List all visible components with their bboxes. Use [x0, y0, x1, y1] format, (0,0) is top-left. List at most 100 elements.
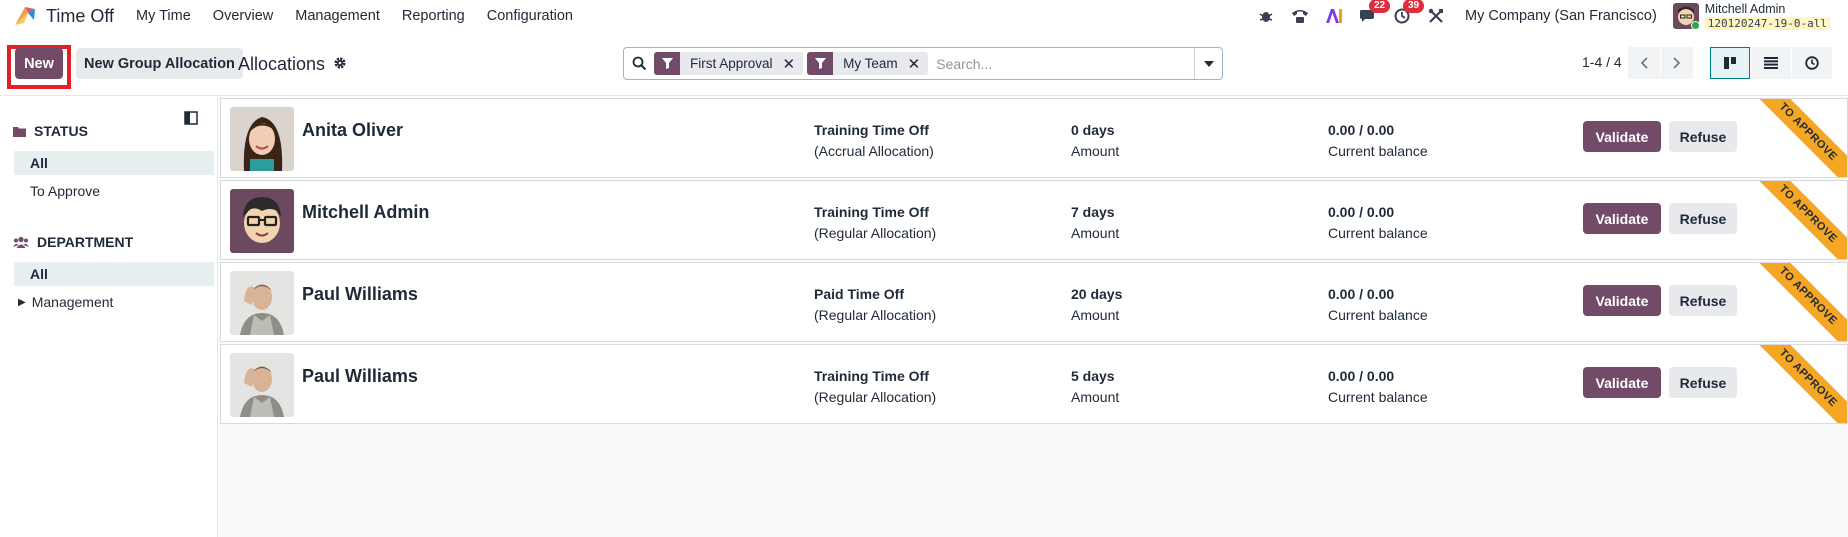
duration-label: Amount	[1071, 143, 1120, 159]
to-approve-ribbon: TO APPROVE	[1747, 181, 1847, 259]
refuse-button[interactable]: Refuse	[1669, 203, 1737, 234]
department-section-header: DEPARTMENT	[13, 234, 133, 250]
kanban-view-button[interactable]	[1710, 47, 1750, 79]
search-input[interactable]	[932, 49, 1194, 78]
messages-badge: 22	[1369, 0, 1391, 13]
pager-value[interactable]: 1-4 / 4	[1582, 54, 1622, 70]
to-approve-ribbon: TO APPROVE	[1747, 99, 1847, 177]
company-switcher[interactable]: My Company (San Francisco)	[1465, 8, 1657, 24]
employee-avatar	[230, 107, 294, 171]
balance-column: 0.00 / 0.00 Current balance	[1328, 366, 1428, 408]
systray: 22 39 My Company (San Francisco) Mitchel…	[1243, 0, 1830, 32]
validate-button[interactable]: Validate	[1583, 367, 1661, 398]
kanban-records: Anita Oliver Training Time Off (Accrual …	[218, 97, 1848, 537]
facet-remove-icon[interactable]: ✕	[783, 55, 804, 73]
kanban-record[interactable]: Paul Williams Paid Time Off (Regular All…	[220, 262, 1848, 342]
duration-value: 20 days	[1071, 286, 1123, 302]
leave-type-column: Training Time Off (Regular Allocation)	[814, 366, 936, 408]
ribbon-label: TO APPROVE	[1747, 181, 1847, 259]
folder-icon	[13, 126, 26, 137]
department-filter-all[interactable]: All	[14, 262, 214, 286]
user-name: Mitchell Admin	[1704, 1, 1786, 16]
duration-label: Amount	[1071, 225, 1120, 241]
balance-label: Current balance	[1328, 225, 1428, 241]
kanban-record[interactable]: Mitchell Admin Training Time Off (Regula…	[220, 180, 1848, 260]
status-section-header: STATUS	[13, 123, 88, 139]
caret-right-icon[interactable]: ▶	[18, 297, 26, 308]
balance-column: 0.00 / 0.00 Current balance	[1328, 284, 1428, 326]
filter-label: All	[30, 266, 48, 282]
chevron-right-icon	[1673, 57, 1681, 69]
menu-management[interactable]: Management	[295, 8, 380, 24]
time-off-app-icon	[15, 7, 35, 25]
refuse-button[interactable]: Refuse	[1669, 285, 1737, 316]
pager-next-button[interactable]	[1661, 47, 1693, 79]
caret-down-icon	[1203, 60, 1214, 67]
kanban-record[interactable]: Anita Oliver Training Time Off (Accrual …	[220, 98, 1848, 178]
employee-avatar	[230, 189, 294, 253]
search-panel: First Approval ✕ My Team ✕	[623, 47, 1223, 80]
allocation-type: (Accrual Allocation)	[814, 143, 934, 159]
refuse-button[interactable]: Refuse	[1669, 121, 1737, 152]
facet-remove-icon[interactable]: ✕	[908, 55, 929, 73]
online-status-icon	[1690, 21, 1699, 29]
duration-column: 5 days Amount	[1071, 366, 1119, 408]
pager-previous-button[interactable]	[1628, 47, 1660, 79]
menu-reporting[interactable]: Reporting	[402, 8, 465, 24]
status-filter-to-approve[interactable]: To Approve	[14, 179, 214, 203]
list-icon	[1764, 57, 1778, 69]
leave-type: Training Time Off	[814, 368, 929, 384]
filter-icon	[654, 52, 680, 75]
leave-type-column: Training Time Off (Regular Allocation)	[814, 202, 936, 244]
page-title: Allocations	[238, 54, 326, 74]
employee-avatar	[230, 353, 294, 417]
employee-name: Paul Williams	[302, 284, 418, 304]
new-button[interactable]: New	[15, 48, 63, 79]
balance-column: 0.00 / 0.00 Current balance	[1328, 120, 1428, 162]
gear-icon[interactable]	[333, 56, 347, 74]
kanban-record[interactable]: Paul Williams Training Time Off (Regular…	[220, 344, 1848, 424]
filter-label: Management	[31, 294, 114, 310]
search-options-toggle[interactable]	[1194, 48, 1222, 79]
ai-icon[interactable]	[1323, 5, 1345, 27]
validate-button[interactable]: Validate	[1583, 203, 1661, 234]
leave-type: Training Time Off	[814, 204, 929, 220]
validate-button[interactable]: Validate	[1583, 121, 1661, 152]
activities-icon[interactable]: 39	[1391, 0, 1425, 27]
activity-view-button[interactable]	[1792, 47, 1832, 79]
to-approve-ribbon: TO APPROVE	[1747, 345, 1847, 423]
app-brand[interactable]: Time Off	[12, 0, 114, 32]
allocation-type: (Regular Allocation)	[814, 389, 937, 405]
top-menu: My Time Overview Management Reporting Co…	[136, 8, 595, 24]
messages-icon[interactable]: 22	[1357, 0, 1391, 27]
tools-icon[interactable]	[1425, 5, 1447, 27]
app-name: Time Off	[46, 5, 115, 26]
filter-icon	[807, 52, 834, 75]
users-icon	[13, 236, 29, 248]
balance-column: 0.00 / 0.00 Current balance	[1328, 202, 1428, 244]
leave-type: Paid Time Off	[814, 286, 904, 302]
menu-my-time[interactable]: My Time	[136, 8, 191, 24]
new-group-allocation-button[interactable]: New Group Allocation	[76, 48, 243, 79]
phone-icon[interactable]	[1289, 5, 1311, 27]
ribbon-label: TO APPROVE	[1747, 263, 1847, 341]
menu-overview[interactable]: Overview	[213, 8, 273, 24]
search-sidepanel: STATUS All To Approve DEPARTMENT All ▶ M…	[0, 97, 218, 537]
status-section-title: STATUS	[34, 123, 88, 139]
activities-badge: 39	[1403, 0, 1425, 13]
control-panel: New New Group Allocation Allocations Fir…	[0, 32, 1848, 96]
user-info: Mitchell Admin 120120247-19-0-all	[1704, 1, 1830, 30]
breadcrumb: Allocations	[238, 54, 347, 75]
bug-icon[interactable]	[1255, 5, 1277, 27]
user-menu[interactable]: Mitchell Admin 120120247-19-0-all	[1672, 1, 1830, 30]
department-section-title: DEPARTMENT	[37, 234, 134, 250]
department-filter-management[interactable]: ▶ Management	[14, 290, 214, 314]
list-view-button[interactable]	[1751, 47, 1791, 79]
balance-label: Current balance	[1328, 389, 1428, 405]
refuse-button[interactable]: Refuse	[1669, 367, 1737, 398]
status-filter-all[interactable]: All	[14, 151, 214, 175]
leave-type: Training Time Off	[814, 122, 929, 138]
menu-configuration[interactable]: Configuration	[487, 8, 573, 24]
sidepanel-collapse-icon[interactable]	[184, 111, 198, 128]
validate-button[interactable]: Validate	[1583, 285, 1661, 316]
